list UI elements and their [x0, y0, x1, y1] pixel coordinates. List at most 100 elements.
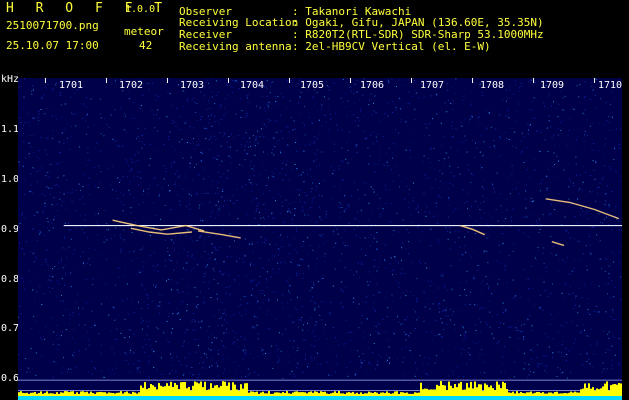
noise-speck	[578, 96, 580, 98]
noise-speck	[141, 147, 143, 149]
noise-speck	[425, 331, 427, 333]
noise-speck	[127, 313, 129, 315]
noise-speck	[277, 357, 279, 358]
noise-speck	[46, 172, 48, 174]
noise-speck	[547, 151, 549, 152]
noise-speck	[157, 109, 159, 111]
noise-speck	[323, 151, 324, 153]
floor-bar	[364, 393, 366, 396]
noise-speck	[400, 119, 402, 121]
noise-speck	[582, 364, 583, 366]
floor-bar	[602, 386, 604, 396]
noise-speck	[297, 362, 299, 364]
noise-speck	[33, 261, 35, 263]
noise-speck	[471, 92, 473, 94]
noise-speck	[571, 320, 573, 322]
noise-speck	[157, 264, 158, 265]
noise-speck	[366, 183, 368, 185]
noise-speck	[364, 130, 365, 132]
noise-speck	[174, 247, 175, 249]
noise-speck	[393, 142, 395, 144]
noise-speck	[470, 182, 472, 183]
noise-speck	[21, 214, 22, 216]
noise-speck	[275, 252, 277, 254]
noise-speck	[108, 228, 109, 230]
noise-speck	[345, 319, 347, 321]
floor-bar	[502, 381, 504, 396]
floor-bar	[288, 393, 290, 396]
noise-speck	[441, 322, 443, 324]
noise-speck	[502, 302, 504, 304]
noise-speck	[570, 372, 571, 374]
floor-bar	[412, 393, 414, 396]
noise-speck	[347, 100, 349, 102]
noise-speck	[239, 312, 241, 314]
noise-speck	[333, 82, 335, 84]
noise-speck	[250, 182, 252, 184]
noise-speck	[521, 324, 523, 326]
noise-speck	[354, 114, 356, 116]
noise-speck	[181, 138, 183, 140]
noise-speck	[88, 159, 90, 161]
floor-bar	[554, 392, 556, 396]
noise-speck	[175, 182, 176, 184]
noise-speck	[228, 214, 230, 216]
noise-speck	[193, 101, 195, 103]
noise-speck	[344, 245, 346, 247]
noise-speck	[587, 298, 589, 300]
noise-speck	[137, 159, 139, 161]
noise-speck	[54, 184, 56, 186]
noise-speck	[55, 114, 57, 116]
floor-bar	[150, 384, 152, 396]
noise-speck	[376, 270, 378, 272]
noise-speck	[607, 224, 609, 226]
noise-speck	[432, 118, 434, 120]
noise-speck	[615, 318, 617, 320]
noise-speck	[307, 174, 309, 175]
noise-speck	[63, 193, 65, 195]
noise-speck	[180, 300, 182, 302]
noise-speck	[567, 377, 569, 379]
noise-speck	[543, 281, 545, 283]
noise-speck	[598, 150, 600, 152]
noise-speck	[333, 185, 335, 187]
noise-speck	[63, 238, 65, 240]
noise-speck	[206, 79, 208, 81]
noise-speck	[317, 363, 319, 365]
noise-speck	[317, 137, 319, 139]
noise-speck	[375, 326, 377, 328]
noise-speck	[329, 113, 331, 115]
noise-speck	[510, 216, 512, 218]
noise-speck	[318, 133, 320, 135]
noise-speck	[324, 253, 326, 255]
floor-bar	[378, 394, 380, 396]
floor-bar	[158, 383, 160, 396]
noise-speck	[361, 262, 363, 264]
noise-speck	[153, 366, 155, 368]
noise-speck	[346, 367, 348, 368]
floor-bar	[368, 391, 370, 396]
noise-speck	[584, 81, 586, 83]
noise-speck	[245, 376, 247, 378]
noise-speck	[244, 145, 246, 147]
noise-speck	[171, 370, 173, 372]
noise-speck	[290, 212, 292, 214]
noise-speck	[253, 279, 255, 281]
noise-speck	[214, 246, 215, 248]
noise-speck	[96, 234, 98, 236]
noise-speck	[444, 158, 446, 160]
noise-speck	[470, 216, 472, 218]
noise-speck	[144, 288, 146, 290]
noise-speck	[52, 377, 54, 379]
noise-speck	[42, 212, 44, 214]
noise-speck	[225, 176, 227, 178]
noise-speck	[137, 150, 139, 152]
floor-bar	[342, 393, 344, 396]
noise-speck	[180, 219, 182, 221]
noise-speck	[286, 160, 288, 162]
noise-speck	[182, 345, 184, 347]
noise-speck	[100, 274, 102, 276]
noise-speck	[576, 222, 578, 224]
noise-speck	[213, 315, 215, 317]
floor-bar	[394, 391, 396, 396]
